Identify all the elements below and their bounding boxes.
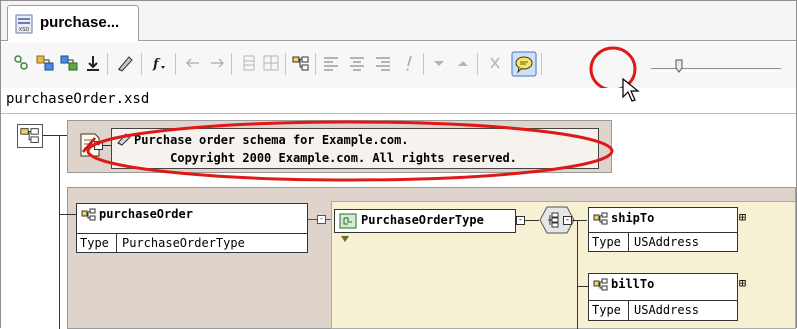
toolbar-separator — [285, 53, 286, 75]
up-icon[interactable] — [453, 53, 473, 73]
tree-icon[interactable] — [291, 53, 311, 73]
xsd-editor-window: XSD purchase... f purchaseOrder.xsd - Pu… — [0, 0, 797, 329]
xsd-file-icon: XSD — [15, 14, 33, 34]
zoom-slider-track[interactable] — [651, 68, 781, 72]
toolbar-separator — [107, 53, 108, 75]
element-ship-to[interactable]: shipTo Type USAddress — [588, 207, 738, 252]
toolbar-separator — [175, 53, 176, 75]
connector-line — [59, 135, 60, 329]
type-divider — [628, 233, 629, 252]
connector-line — [525, 220, 539, 221]
type-value: USAddress — [634, 303, 700, 317]
align-right-icon[interactable] — [373, 53, 393, 73]
element-icon — [81, 208, 96, 221]
exclamation-icon[interactable] — [399, 53, 419, 73]
complex-type-name: PurchaseOrderType — [361, 213, 484, 227]
delete-icon[interactable] — [485, 53, 505, 73]
svg-text:f: f — [152, 57, 161, 72]
schema-root-node[interactable] — [17, 124, 43, 148]
forward-arrow-icon[interactable] — [207, 53, 227, 73]
element-purchase-order[interactable]: purchaseOrder Type PurchaseOrderType — [76, 203, 308, 253]
toolbar-separator — [315, 53, 316, 75]
connector-line — [577, 286, 588, 287]
editor-tab-bar: XSD purchase... — [1, 1, 796, 41]
expand-ship-to-toggle[interactable]: ⊞ — [738, 211, 747, 223]
element-bill-to[interactable]: billTo Type USAddress — [588, 273, 738, 321]
toolbar-separator — [231, 53, 232, 75]
back-arrow-icon[interactable] — [183, 53, 203, 73]
element-name: purchaseOrder — [99, 207, 193, 221]
type-value: PurchaseOrderType — [122, 236, 245, 250]
element-icon — [593, 278, 608, 291]
collapse-sequence-toggle[interactable]: - — [563, 216, 572, 225]
xsd-icon-text: XSD — [19, 27, 30, 33]
collapse-type-toggle[interactable]: - — [516, 216, 525, 225]
toolbar-separator — [477, 53, 478, 75]
down-arrow-icon[interactable] — [83, 53, 103, 73]
element-name: shipTo — [611, 211, 655, 225]
collapse-element-toggle[interactable]: - — [317, 215, 326, 224]
toolbar-separator — [423, 53, 424, 75]
type-divider — [116, 234, 117, 253]
tab-label: purchase... — [40, 14, 120, 31]
grid-icon[interactable] — [239, 53, 259, 73]
down-icon[interactable] — [429, 53, 449, 73]
toolbar: f — [1, 42, 796, 88]
connector-line — [43, 135, 67, 136]
annotation-toggle-icon[interactable] — [511, 51, 537, 77]
toolbar-separator — [541, 53, 542, 75]
element-icon — [593, 212, 608, 225]
schema-diagram-canvas[interactable]: - Purchase order schema for Example.com.… — [1, 115, 796, 329]
mouse-cursor-icon — [622, 77, 640, 102]
align-left-icon[interactable] — [321, 53, 341, 73]
connector-line — [572, 220, 587, 221]
toolbar-separator — [141, 53, 142, 75]
schema-view-icon[interactable] — [11, 53, 31, 73]
edit-icon[interactable] — [115, 53, 135, 73]
element-name: billTo — [611, 277, 655, 291]
expand-bill-to-toggle[interactable]: ⊞ — [738, 277, 747, 289]
function-icon[interactable]: f — [149, 53, 169, 73]
expand-icon[interactable] — [35, 53, 55, 73]
align-center-icon[interactable] — [347, 53, 367, 73]
file-path-bar: purchaseOrder.xsd — [1, 88, 796, 114]
complex-type-icon — [339, 213, 357, 229]
type-row: Type USAddress — [589, 300, 737, 320]
type-label: Type — [80, 236, 109, 250]
collapse-icon[interactable] — [59, 53, 79, 73]
type-label: Type — [592, 235, 621, 249]
schema-tree-icon — [20, 128, 39, 143]
annotation-highlight-ellipse — [86, 120, 614, 182]
connector-line — [60, 214, 76, 215]
expand-down-icon[interactable] — [340, 235, 350, 243]
table-icon[interactable] — [261, 53, 281, 73]
file-path: purchaseOrder.xsd — [6, 91, 150, 107]
type-label: Type — [592, 303, 621, 317]
type-divider — [628, 301, 629, 320]
type-value: USAddress — [634, 235, 700, 249]
type-row: Type PurchaseOrderType — [77, 233, 307, 253]
type-row: Type USAddress — [589, 232, 737, 252]
tab-purchase-order[interactable]: XSD purchase... — [7, 5, 139, 41]
connector-line — [577, 220, 578, 329]
zoom-slider-thumb[interactable] — [675, 59, 683, 73]
complex-type-purchase-order-type[interactable]: PurchaseOrderType — [334, 209, 516, 233]
